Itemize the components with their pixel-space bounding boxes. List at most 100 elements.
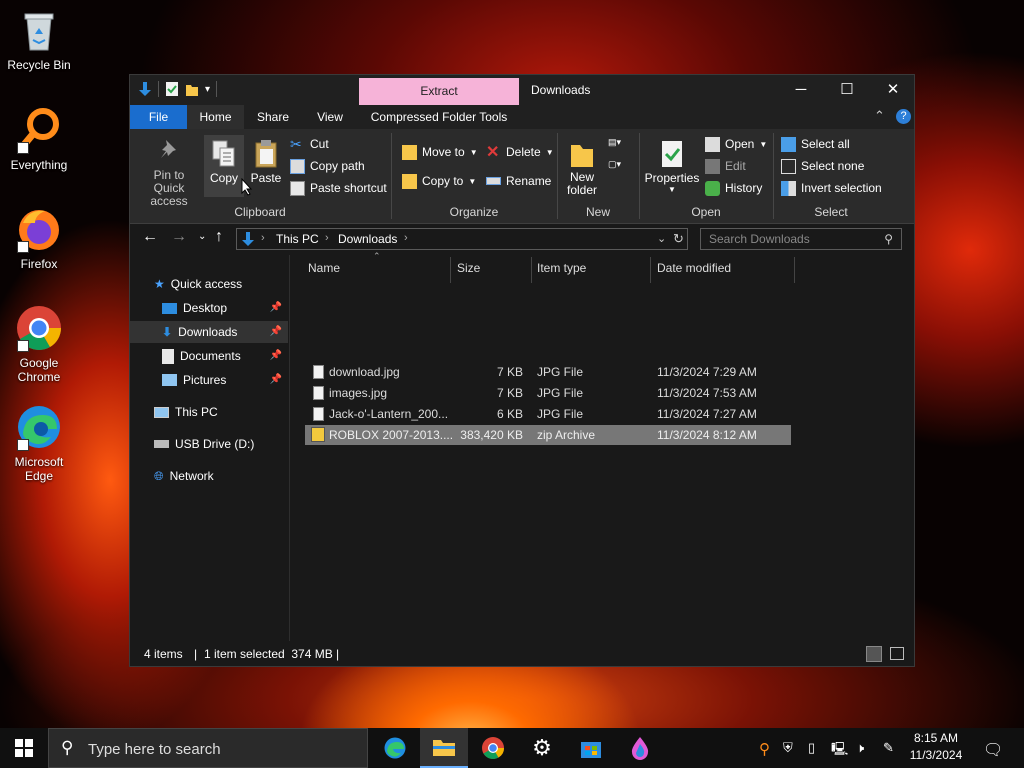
nav-desktop[interactable]: Desktop 📌 [162,297,288,319]
column-header-type[interactable]: Item type [537,261,586,275]
clock[interactable]: 8:15 AM 11/3/2024 [905,730,967,764]
qat-customize-icon[interactable]: ▾ [205,84,210,95]
taskbar-search-input[interactable]: ⚲ Type here to search [48,728,368,768]
title-bar[interactable]: ▾ Extract Downloads ─ ☐ ✕ [130,75,914,105]
select-none-button[interactable]: Select none [781,156,864,176]
pin-to-quick-access-button[interactable]: Pin to Quick access [136,135,202,208]
desktop-icon-chrome[interactable]: Google Chrome [2,304,76,384]
file-row-selected[interactable]: ROBLOX 2007-2013.... 383,420 KB zip Arch… [305,425,791,445]
forward-button[interactable]: → [171,228,187,246]
drop-paint-icon [631,737,649,760]
tab-compressed-folder-tools[interactable]: Compressed Folder Tools [364,105,514,129]
start-button[interactable] [0,728,48,768]
desktop-icon-firefox[interactable]: Firefox [2,205,76,271]
new-item-icon[interactable]: ▤▾ [608,137,630,153]
tab-view[interactable]: View [306,105,354,129]
file-row[interactable]: images.jpg 7 KB JPG File 11/3/2024 7:53 … [305,383,791,403]
delete-button[interactable]: ✕ Delete ▼ [486,142,554,162]
new-folder-button[interactable]: New folder [562,135,602,197]
history-button[interactable]: History [705,178,762,198]
address-bar[interactable]: › This PC › Downloads › ⌄ ↻ [236,228,688,250]
search-input[interactable]: Search Downloads ⚲ [700,228,902,250]
ribbon-separator [773,133,774,219]
file-list: ⌃ Name Size Item type Date modified down… [291,251,914,641]
copy-button[interactable]: Copy [204,135,244,197]
back-button[interactable]: ← [142,228,158,246]
taskbar-paint-app[interactable] [616,728,664,768]
file-row[interactable]: Jack-o'-Lantern_200... 6 KB JPG File 11/… [305,404,791,424]
nav-pictures[interactable]: Pictures 📌 [162,369,288,391]
recent-locations-button[interactable]: ⌄ [198,231,206,242]
taskbar-store[interactable] [567,728,615,768]
cut-button[interactable]: ✂ Cut [290,134,329,154]
sort-ascending-icon: ⌃ [373,251,381,261]
tab-share[interactable]: Share [248,105,298,129]
easy-access-icon[interactable]: ▢▾ [608,159,630,175]
column-divider[interactable] [794,257,795,283]
delete-label: Delete [506,145,541,159]
invert-selection-button[interactable]: Invert selection [781,178,882,198]
usb-tray-icon[interactable]: ▯ [808,740,824,756]
paste-button[interactable]: Paste [248,135,284,185]
properties-button[interactable]: Properties ▼ [644,135,700,194]
volume-muted-icon[interactable]: 🕨︎ [856,740,872,756]
pen-tray-icon[interactable]: ✎ [883,740,899,756]
recycle-bin-icon [15,6,63,54]
select-all-button[interactable]: Select all [781,134,850,154]
file-row[interactable]: download.jpg 7 KB JPG File 11/3/2024 7:2… [305,362,791,382]
everything-tray-icon[interactable]: ⚲ [759,740,775,758]
tab-home[interactable]: Home [187,105,244,129]
copy-path-button[interactable]: Copy path [290,156,365,176]
address-dropdown-icon[interactable]: ⌄ [657,232,666,245]
paste-shortcut-button[interactable]: Paste shortcut [290,178,387,198]
network-tray-icon[interactable]: 🖳︎ [831,740,848,756]
help-icon[interactable]: ? [896,109,911,124]
taskbar-file-explorer[interactable] [420,728,468,768]
edit-button[interactable]: Edit [705,156,746,176]
file-name: ROBLOX 2007-2013.... [329,428,453,442]
context-tab-extract[interactable]: Extract [359,78,519,105]
new-folder-qat-icon[interactable] [185,81,199,97]
collapse-ribbon-icon[interactable]: ⌃ [874,108,885,124]
maximize-button[interactable]: ☐ [824,75,870,105]
column-header-date[interactable]: Date modified [657,261,731,275]
nav-downloads[interactable]: ⬇ Downloads 📌 [130,321,288,343]
copy-to-button[interactable]: Copy to ▼ [402,171,476,191]
nav-usb-drive[interactable]: USB Drive (D:) [154,433,254,455]
taskbar-chrome[interactable] [469,728,517,768]
nav-quick-access[interactable]: ★ Quick access [154,273,242,295]
taskbar-settings[interactable]: ⚙ [518,728,566,768]
quick-access-toolbar: ▾ [138,81,218,97]
minimize-button[interactable]: ─ [778,75,824,105]
column-divider[interactable] [531,257,532,283]
file-name: Jack-o'-Lantern_200... [329,407,449,421]
breadcrumb-this-pc[interactable]: This PC [276,232,319,246]
breadcrumb-separator-icon: › [325,232,329,244]
nav-network[interactable]: 🌐︎ Network [154,465,214,487]
column-header-size[interactable]: Size [457,261,480,275]
properties-qat-icon[interactable] [165,81,179,97]
close-button[interactable]: ✕ [870,75,916,105]
desktop-icon-edge[interactable]: Microsoft Edge [2,403,76,483]
large-icons-view-button[interactable] [890,647,904,660]
breadcrumb-downloads[interactable]: Downloads [338,232,397,246]
refresh-icon[interactable]: ↻ [673,231,684,247]
security-tray-icon[interactable]: ⛨ [783,740,799,756]
move-to-button[interactable]: Move to ▼ [402,142,478,162]
notifications-icon[interactable]: 🗨︎ [983,740,1003,759]
taskbar-edge[interactable] [371,728,419,768]
nav-this-pc[interactable]: This PC [154,401,218,423]
up-button[interactable]: ↑ [215,228,223,246]
open-button[interactable]: Open ▼ [705,134,767,154]
dropdown-arrow-icon: ▼ [468,176,477,186]
desktop-icon-everything[interactable]: Everything [2,106,76,172]
column-header-name[interactable]: Name [308,261,340,275]
pin-label: Pin to Quick access [150,168,188,208]
nav-documents[interactable]: Documents 📌 [162,345,288,367]
tab-file[interactable]: File [130,105,187,129]
details-view-button[interactable] [866,646,882,662]
rename-button[interactable]: Rename [486,171,551,191]
column-divider[interactable] [450,257,451,283]
desktop-icon-recycle-bin[interactable]: Recycle Bin [2,6,76,72]
column-divider[interactable] [650,257,651,283]
